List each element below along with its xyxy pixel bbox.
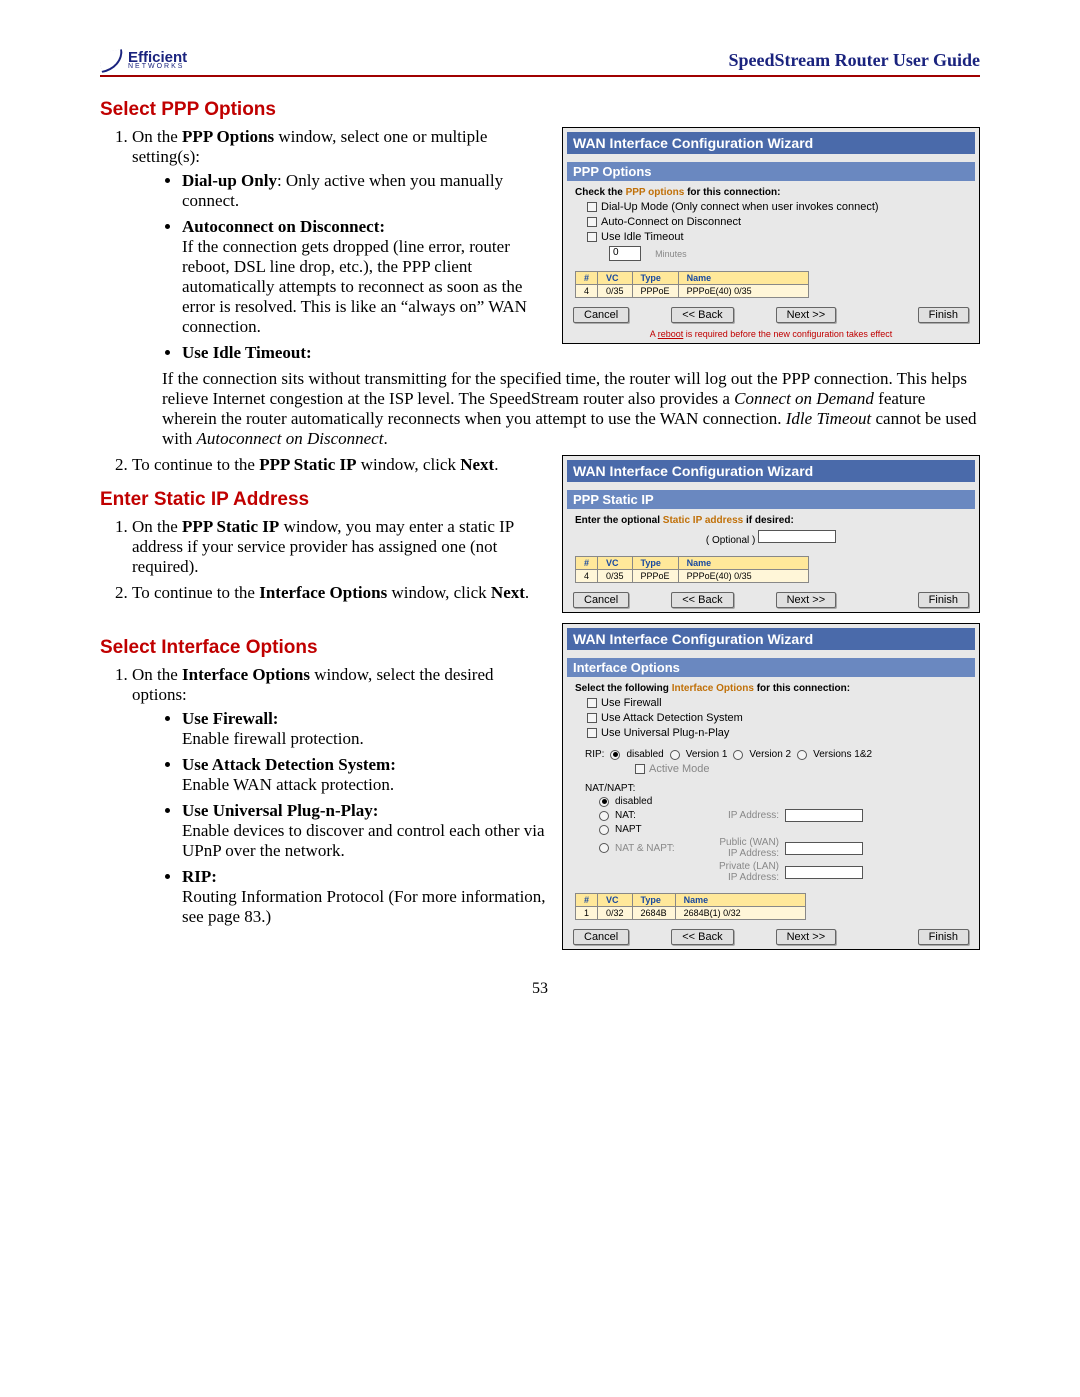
page-header: Efficient NETWORKS SpeedStream Router Us…	[100, 50, 980, 77]
wizard-title: WAN Interface Configuration Wizard	[567, 460, 975, 482]
screenshot-interface-options: WAN Interface Configuration Wizard Inter…	[562, 623, 980, 950]
public-wan-ip-input[interactable]	[785, 842, 863, 855]
screenshot-ppp-static-ip: WAN Interface Configuration Wizard PPP S…	[562, 455, 980, 613]
item-autoconnect: Autoconnect on Disconnect:If the connect…	[182, 217, 550, 337]
item-use-attack-detection: Use Attack Detection System:Enable WAN a…	[182, 755, 550, 795]
wizard-subtitle: PPP Options	[567, 162, 975, 181]
checkbox-auto-connect[interactable]: Auto-Connect on Disconnect	[587, 216, 967, 228]
radio-rip-v1[interactable]	[670, 750, 680, 760]
item-use-firewall: Use Firewall:Enable firewall protection.	[182, 709, 550, 749]
logo-subbrand: NETWORKS	[128, 64, 187, 70]
back-button[interactable]: << Back	[671, 592, 733, 608]
radio-nat-disabled[interactable]	[599, 797, 609, 807]
radio-napt[interactable]	[599, 825, 609, 835]
cancel-button[interactable]: Cancel	[573, 307, 629, 323]
next-button[interactable]: Next >>	[776, 592, 837, 608]
heading-select-interface-options: Select Interface Options	[100, 637, 550, 659]
step-static-2: To continue to the Interface Options win…	[132, 583, 550, 603]
next-button[interactable]: Next >>	[776, 307, 837, 323]
wizard-subtitle: Interface Options	[567, 658, 975, 677]
cancel-button[interactable]: Cancel	[573, 929, 629, 945]
checkbox-icon	[587, 698, 597, 708]
radio-rip-v12[interactable]	[797, 750, 807, 760]
heading-select-ppp-options: Select PPP Options	[100, 99, 980, 121]
cancel-button[interactable]: Cancel	[573, 592, 629, 608]
logo: Efficient NETWORKS	[100, 51, 187, 71]
wizard-title: WAN Interface Configuration Wizard	[567, 132, 975, 154]
checkbox-attack-detection[interactable]: Use Attack Detection System	[587, 712, 967, 724]
connection-table: #VCTypeName 40/35PPPoEPPPoE(40) 0/35	[575, 556, 809, 583]
radio-nat[interactable]	[599, 811, 609, 821]
heading-enter-static-ip: Enter Static IP Address	[100, 489, 550, 511]
item-dial-up-only: Dial-up Only: Only active when you manua…	[182, 171, 550, 211]
checkbox-icon	[587, 728, 597, 738]
connection-table: #VCTypeName 40/35PPPoEPPPoE(40) 0/35	[575, 271, 809, 298]
step-ppp-1: On the PPP Options window, select one or…	[132, 127, 550, 363]
wizard-title: WAN Interface Configuration Wizard	[567, 628, 975, 650]
connection-table: #VCTypeName 10/322684B2684B(1) 0/32	[575, 893, 806, 920]
radio-rip-disabled[interactable]	[610, 750, 620, 760]
private-lan-ip-input[interactable]	[785, 866, 863, 879]
item-rip: RIP:Routing Information Protocol (For mo…	[182, 867, 550, 927]
wizard-subtitle: PPP Static IP	[567, 490, 975, 509]
screenshot-ppp-options: WAN Interface Configuration Wizard PPP O…	[562, 127, 980, 344]
checkbox-icon	[587, 202, 597, 212]
back-button[interactable]: << Back	[671, 307, 733, 323]
step-ifopt-1: On the Interface Options window, select …	[132, 665, 550, 927]
finish-button[interactable]: Finish	[918, 307, 969, 323]
reboot-note: A reboot is required before the new conf…	[563, 327, 979, 343]
page-number: 53	[100, 980, 980, 998]
checkbox-idle-timeout[interactable]: Use Idle Timeout	[587, 231, 967, 243]
finish-button[interactable]: Finish	[918, 592, 969, 608]
back-button[interactable]: << Back	[671, 929, 733, 945]
next-button[interactable]: Next >>	[776, 929, 837, 945]
step-ppp-2: To continue to the PPP Static IP window,…	[132, 455, 550, 475]
radio-nat-napt[interactable]	[599, 843, 609, 853]
logo-swoosh-icon	[98, 49, 125, 73]
radio-rip-v2[interactable]	[733, 750, 743, 760]
checkbox-icon	[587, 217, 597, 227]
step-static-1: On the PPP Static IP window, you may ent…	[132, 517, 550, 577]
item-use-upnp: Use Universal Plug-n-Play:Enable devices…	[182, 801, 550, 861]
item-idle-timeout: Use Idle Timeout:	[182, 343, 550, 363]
idle-timeout-description: If the connection sits without transmitt…	[100, 369, 980, 449]
page-content: Select PPP Options On the PPP Options wi…	[100, 99, 980, 998]
checkbox-icon	[587, 232, 597, 242]
checkbox-use-firewall[interactable]: Use Firewall	[587, 697, 967, 709]
minutes-input[interactable]: 0	[609, 246, 641, 261]
document-title: SpeedStream Router User Guide	[729, 50, 981, 71]
nat-ip-input[interactable]	[785, 809, 863, 822]
checkbox-icon	[587, 713, 597, 723]
static-ip-input[interactable]	[758, 530, 836, 543]
checkbox-upnp[interactable]: Use Universal Plug-n-Play	[587, 727, 967, 739]
finish-button[interactable]: Finish	[918, 929, 969, 945]
checkbox-dial-up-mode[interactable]: Dial-Up Mode (Only connect when user inv…	[587, 201, 967, 213]
checkbox-active-mode	[635, 764, 645, 774]
logo-brand: Efficient	[128, 52, 187, 64]
